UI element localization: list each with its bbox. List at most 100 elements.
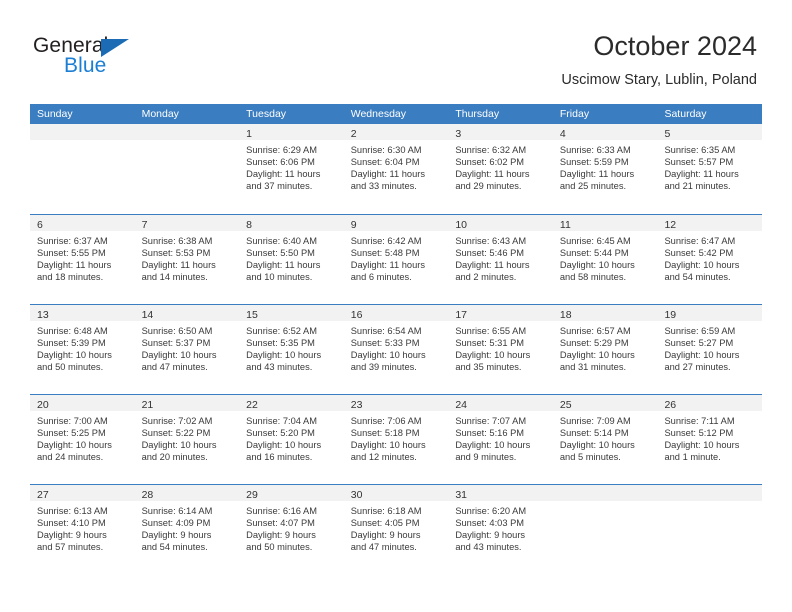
day-number: 26: [664, 399, 677, 411]
sunset-text: Sunset: 4:03 PM: [455, 518, 525, 529]
day-number: 6: [37, 219, 43, 231]
day-number-band: [657, 485, 763, 501]
calendar-week-row: 6 Sunrise: 6:37 AM Sunset: 5:55 PM Daylight…: [30, 214, 763, 304]
day-number-band: 12: [657, 215, 763, 231]
day-info: Sunrise: 6:29 AM Sunset: 6:06 PM Daylight:…: [239, 140, 344, 192]
calendar-day-cell[interactable]: 13 Sunrise: 6:48 AM Sunset: 5:39 PM Dayligh…: [30, 305, 135, 394]
calendar-day-cell[interactable]: 22 Sunrise: 7:04 AM Sunset: 5:20 PM Dayligh…: [239, 395, 344, 484]
sunrise-text: Sunrise: 7:07 AM: [455, 416, 527, 426]
weekday-header-thursday: Thursday: [455, 108, 500, 120]
page-header: General Blue October 2024 Uscimow Stary,…: [0, 0, 792, 100]
sunrise-text: Sunrise: 6:59 AM: [664, 326, 736, 336]
calendar-day-cell[interactable]: 31 Sunrise: 6:20 AM Sunset: 4:03 PM Dayligh…: [448, 485, 553, 574]
daylight-text-line1: Daylight: 11 hours: [37, 260, 112, 271]
daylight-text-line2: and 6 minutes.: [350, 272, 412, 283]
calendar-day-cell[interactable]: 21 Sunrise: 7:02 AM Sunset: 5:22 PM Dayligh…: [134, 395, 240, 484]
daylight-text-line2: and 1 minute.: [664, 452, 721, 463]
sunset-text: Sunset: 5:35 PM: [246, 338, 315, 349]
daylight-text-line1: Daylight: 11 hours: [350, 169, 425, 180]
daylight-text-line1: Daylight: 10 hours: [559, 350, 635, 361]
calendar-day-cell[interactable]: 4 Sunrise: 6:33 AM Sunset: 5:59 PM Daylight…: [552, 124, 658, 214]
calendar-day-cell[interactable]: 5 Sunrise: 6:35 AM Sunset: 5:57 PM Daylight…: [657, 124, 763, 214]
sunrise-text: Sunrise: 6:54 AM: [350, 326, 422, 336]
sunset-text: Sunset: 5:46 PM: [455, 248, 525, 259]
daylight-text-line2: and 47 minutes.: [350, 542, 417, 553]
daylight-text-line1: Daylight: 10 hours: [37, 440, 112, 451]
calendar-day-cell[interactable]: 10 Sunrise: 6:43 AM Sunset: 5:46 PM Dayligh…: [448, 215, 553, 304]
day-number: 30: [350, 489, 363, 501]
sunrise-text: Sunrise: 6:48 AM: [37, 326, 108, 336]
calendar-day-cell[interactable]: 17 Sunrise: 6:55 AM Sunset: 5:31 PM Dayligh…: [448, 305, 553, 394]
calendar-day-cell[interactable]: 11 Sunrise: 6:45 AM Sunset: 5:44 PM Dayligh…: [552, 215, 658, 304]
calendar-day-cell[interactable]: 12 Sunrise: 6:47 AM Sunset: 5:42 PM Dayligh…: [657, 215, 763, 304]
daylight-text-line1: Daylight: 9 hours: [246, 530, 316, 541]
daylight-text-line1: Daylight: 10 hours: [664, 440, 740, 451]
calendar-day-cell[interactable]: 30 Sunrise: 6:18 AM Sunset: 4:05 PM Dayligh…: [343, 485, 449, 574]
calendar-day-cell[interactable]: 19 Sunrise: 6:59 AM Sunset: 5:27 PM Dayligh…: [657, 305, 763, 394]
sunrise-text: Sunrise: 6:14 AM: [141, 506, 213, 516]
calendar-day-cell[interactable]: 18 Sunrise: 6:57 AM Sunset: 5:29 PM Dayligh…: [552, 305, 658, 394]
day-info: Sunrise: 6:18 AM Sunset: 4:05 PM Daylight:…: [344, 501, 449, 553]
calendar-day-cell[interactable]: 1 Sunrise: 6:29 AM Sunset: 6:06 PM Daylight…: [239, 124, 344, 214]
day-number: 14: [141, 309, 154, 321]
calendar-day-cell[interactable]: 29 Sunrise: 6:16 AM Sunset: 4:07 PM Dayligh…: [239, 485, 344, 574]
day-number: 10: [455, 219, 467, 231]
sunrise-text: Sunrise: 6:33 AM: [559, 145, 631, 155]
daylight-text-line1: Daylight: 10 hours: [664, 350, 740, 361]
day-number: 24: [455, 399, 467, 411]
calendar-day-cell-empty: [30, 124, 135, 214]
sunrise-text: Sunrise: 6:55 AM: [455, 326, 527, 336]
daylight-text-line1: Daylight: 10 hours: [141, 350, 217, 361]
sunrise-text: Sunrise: 6:45 AM: [559, 236, 631, 246]
calendar-day-cell[interactable]: 20 Sunrise: 7:00 AM Sunset: 5:25 PM Dayligh…: [30, 395, 135, 484]
calendar-day-cell[interactable]: 14 Sunrise: 6:50 AM Sunset: 5:37 PM Dayligh…: [134, 305, 240, 394]
day-info: Sunrise: 7:09 AM Sunset: 5:14 PM Daylight:…: [553, 411, 658, 463]
calendar-day-cell[interactable]: 2 Sunrise: 6:30 AM Sunset: 6:04 PM Daylight…: [343, 124, 449, 214]
day-number: 13: [37, 309, 49, 321]
weekday-header-sunday: Sunday: [37, 108, 73, 120]
daylight-text-line2: and 50 minutes.: [37, 362, 104, 373]
calendar-day-cell[interactable]: 23 Sunrise: 7:06 AM Sunset: 5:18 PM Dayligh…: [343, 395, 449, 484]
daylight-text-line1: Daylight: 11 hours: [664, 169, 739, 180]
day-info: Sunrise: 7:11 AM Sunset: 5:12 PM Daylight:…: [657, 411, 762, 463]
daylight-text-line1: Daylight: 11 hours: [559, 169, 635, 180]
day-number-band: 11: [552, 215, 658, 231]
calendar-day-cell[interactable]: 9 Sunrise: 6:42 AM Sunset: 5:48 PM Daylight…: [343, 215, 449, 304]
calendar-day-cell[interactable]: 8 Sunrise: 6:40 AM Sunset: 5:50 PM Daylight…: [239, 215, 344, 304]
sunrise-text: Sunrise: 6:38 AM: [141, 236, 213, 246]
day-info: Sunrise: 6:35 AM Sunset: 5:57 PM Daylight:…: [657, 140, 762, 192]
sunset-text: Sunset: 5:12 PM: [664, 428, 734, 439]
calendar-grid: Sunday Monday Tuesday Wednesday Thursday…: [30, 104, 763, 574]
sunrise-text: Sunrise: 7:00 AM: [37, 416, 108, 426]
calendar-day-cell[interactable]: 26 Sunrise: 7:11 AM Sunset: 5:12 PM Dayligh…: [657, 395, 763, 484]
weekday-header-tuesday: Tuesday: [246, 108, 287, 120]
calendar-week-row: 27 Sunrise: 6:13 AM Sunset: 4:10 PM Dayligh…: [30, 484, 763, 574]
calendar-day-cell[interactable]: 24 Sunrise: 7:07 AM Sunset: 5:16 PM Dayligh…: [448, 395, 553, 484]
sunset-text: Sunset: 5:57 PM: [664, 157, 734, 168]
daylight-text-line2: and 47 minutes.: [141, 362, 208, 373]
sunset-text: Sunset: 5:27 PM: [664, 338, 734, 349]
day-number: 18: [559, 309, 572, 321]
day-number: 29: [246, 489, 258, 501]
day-number-band: 27: [30, 485, 135, 501]
day-info: Sunrise: 6:54 AM Sunset: 5:33 PM Daylight:…: [344, 321, 449, 373]
daylight-text-line2: and 31 minutes.: [559, 362, 627, 373]
day-info: Sunrise: 6:48 AM Sunset: 5:39 PM Daylight:…: [30, 321, 135, 373]
calendar-day-cell[interactable]: 16 Sunrise: 6:54 AM Sunset: 5:33 PM Dayligh…: [343, 305, 449, 394]
daylight-text-line2: and 33 minutes.: [350, 181, 417, 192]
calendar-day-cell[interactable]: 15 Sunrise: 6:52 AM Sunset: 5:35 PM Dayligh…: [239, 305, 344, 394]
sunset-text: Sunset: 5:44 PM: [559, 248, 629, 259]
day-info: Sunrise: 6:14 AM Sunset: 4:09 PM Daylight:…: [135, 501, 240, 553]
calendar-day-cell[interactable]: 7 Sunrise: 6:38 AM Sunset: 5:53 PM Daylight…: [134, 215, 240, 304]
calendar-day-cell[interactable]: 6 Sunrise: 6:37 AM Sunset: 5:55 PM Daylight…: [30, 215, 135, 304]
sunrise-text: Sunrise: 6:37 AM: [37, 236, 108, 246]
weekday-header-friday: Friday: [559, 108, 590, 120]
calendar-day-cell[interactable]: 27 Sunrise: 6:13 AM Sunset: 4:10 PM Dayligh…: [30, 485, 135, 574]
page-title: October 2024: [593, 31, 757, 61]
day-number-band: 3: [448, 124, 553, 140]
sunset-text: Sunset: 5:39 PM: [37, 338, 106, 349]
daylight-text-line2: and 35 minutes.: [455, 362, 522, 373]
calendar-day-cell[interactable]: 3 Sunrise: 6:32 AM Sunset: 6:02 PM Daylight…: [448, 124, 553, 214]
calendar-day-cell[interactable]: 25 Sunrise: 7:09 AM Sunset: 5:14 PM Dayligh…: [552, 395, 658, 484]
calendar-day-cell[interactable]: 28 Sunrise: 6:14 AM Sunset: 4:09 PM Dayligh…: [134, 485, 240, 574]
